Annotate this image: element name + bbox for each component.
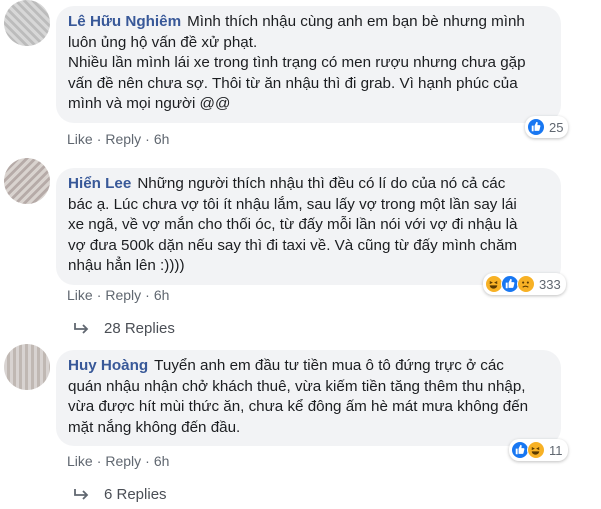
reaction-summary[interactable]: 11	[509, 439, 568, 461]
comment-bubble: Huy Hoàng Tuyển anh em đầu tư tiền mua ô …	[56, 350, 561, 446]
like-button[interactable]: Like	[67, 452, 93, 470]
reply-arrow-icon	[74, 322, 89, 334]
comment-actions: Like · Reply · 6h	[67, 286, 170, 304]
reply-button[interactable]: Reply	[105, 130, 141, 148]
comment-actions: Like · Reply · 6h	[67, 452, 170, 470]
avatar[interactable]	[4, 0, 50, 46]
reaction-count: 333	[539, 276, 561, 292]
comment-author[interactable]: Lê Hữu Nghiêm	[68, 13, 181, 30]
like-icon	[527, 118, 545, 136]
like-button[interactable]: Like	[67, 286, 93, 304]
avatar[interactable]	[4, 158, 50, 204]
reply-button[interactable]: Reply	[105, 452, 141, 470]
comment-text: Những người thích nhậu thì đều có lí do …	[68, 175, 518, 274]
comment-actions: Like · Reply · 6h	[67, 130, 170, 148]
comment-time[interactable]: 6h	[154, 452, 170, 470]
avatar[interactable]	[4, 344, 50, 390]
replies-count: 28 Replies	[104, 320, 175, 337]
view-replies-link[interactable]: 28 Replies	[72, 320, 175, 337]
like-button[interactable]: Like	[67, 130, 93, 148]
reaction-summary[interactable]: 333	[483, 273, 566, 295]
reaction-count: 11	[549, 442, 563, 458]
comment-time[interactable]: 6h	[154, 130, 170, 148]
reaction-count: 25	[549, 119, 564, 135]
comment-time[interactable]: 6h	[154, 286, 170, 304]
reply-arrow-icon	[74, 488, 89, 500]
haha-icon	[527, 441, 545, 459]
comment-bubble: Hiển Lee Những người thích nhậu thì đều c…	[56, 168, 561, 285]
comment-author[interactable]: Huy Hoàng	[68, 357, 148, 374]
comment-author[interactable]: Hiển Lee	[68, 175, 131, 192]
sad-icon	[517, 275, 535, 293]
reaction-summary[interactable]: 25	[525, 116, 569, 138]
comment-bubble: Lê Hữu Nghiêm Mình thích nhậu cùng anh em…	[56, 6, 561, 123]
view-replies-link[interactable]: 6 Replies	[72, 486, 167, 503]
replies-count: 6 Replies	[104, 486, 167, 503]
reply-button[interactable]: Reply	[105, 286, 141, 304]
